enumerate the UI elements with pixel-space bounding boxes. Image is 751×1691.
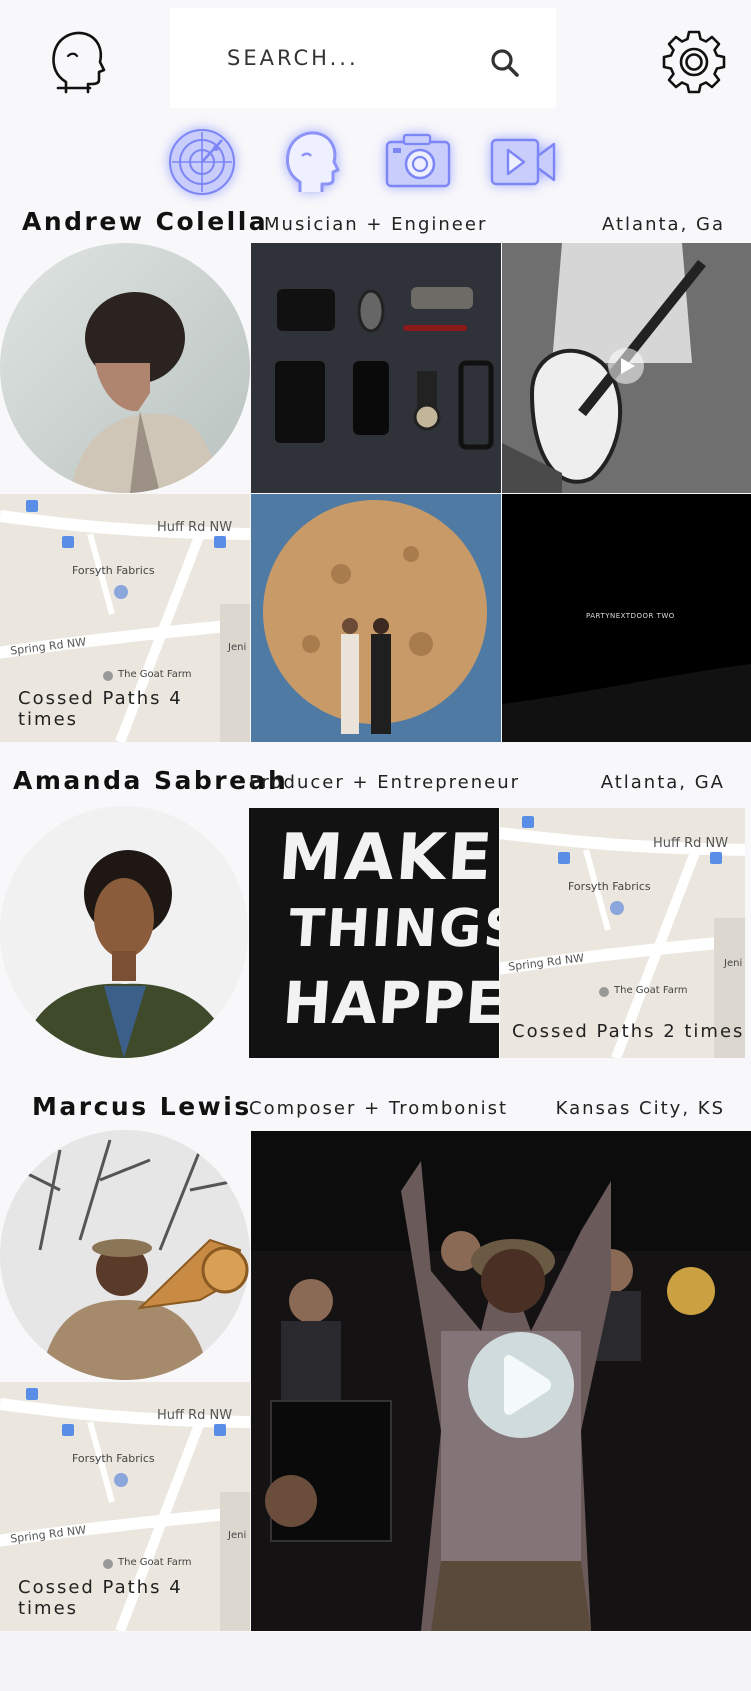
map-poi-label: The Goat Farm (614, 985, 688, 996)
filter-nearby-button[interactable] (166, 126, 238, 198)
search-bar[interactable]: SEARCH... (170, 8, 556, 108)
avatar-tile[interactable] (0, 243, 250, 493)
avatar-tile[interactable] (0, 806, 248, 1058)
map-road-label: Huff Rd NW (653, 836, 729, 851)
bottom-bar (0, 1632, 751, 1691)
search-icon[interactable] (490, 48, 520, 78)
map-tile[interactable]: Huff Rd NW Forsyth Fabrics Spring Rd NW … (0, 1382, 250, 1631)
profile-role: Composer + Trombonist (249, 1098, 509, 1119)
play-icon (504, 1355, 551, 1415)
avatar (0, 806, 248, 1058)
map-tile[interactable]: Huff Rd NW Forsyth Fabrics Spring Rd NW … (0, 494, 250, 742)
poster-tile[interactable]: MAKE THINGS HAPPEN (249, 808, 499, 1058)
filter-people-button[interactable] (276, 126, 348, 198)
profile-role: Producer + Entrepreneur (249, 772, 520, 793)
photo-tile[interactable] (251, 243, 501, 493)
camera-icon (385, 133, 451, 188)
avatar (0, 1130, 250, 1380)
poster-text-line: HAPPEN (280, 969, 499, 1037)
profile-role: Musician + Engineer (264, 214, 488, 235)
poster-text-line: MAKE (276, 821, 497, 895)
profile-name[interactable]: Marcus Lewis (32, 1092, 252, 1121)
poster-text-line: THINGS (286, 899, 499, 959)
map-poi-label: Forsyth Fabrics (72, 564, 155, 577)
video-tile[interactable] (251, 1131, 751, 1631)
map-road-label: Huff Rd NW (157, 1408, 233, 1423)
photo-tile[interactable] (251, 494, 501, 742)
map-road-label: Huff Rd NW (157, 520, 233, 535)
video-tile[interactable]: PARTYNEXTDOOR TWO (502, 494, 751, 742)
avatar-tile[interactable] (0, 1130, 250, 1380)
filter-videos-button[interactable] (488, 126, 560, 198)
avatar (0, 243, 250, 493)
profile-location: Atlanta, GA (600, 772, 725, 793)
profile-icon-button[interactable] (46, 26, 106, 96)
map-poi-label: The Goat Farm (118, 669, 192, 680)
settings-button[interactable] (660, 28, 728, 96)
head-profile-icon (286, 131, 340, 192)
map-poi-label: Forsyth Fabrics (568, 880, 651, 893)
map-tile[interactable]: Huff Rd NW Forsyth Fabrics Spring Rd NW … (500, 808, 745, 1058)
video-title: PARTYNEXTDOOR TWO (586, 612, 675, 620)
profile-name[interactable]: Andrew Colella (22, 207, 268, 236)
map-edge-label: Jeni (228, 1530, 247, 1541)
play-icon[interactable] (608, 348, 644, 384)
map-poi-label: The Goat Farm (118, 1557, 192, 1568)
video-camera-icon (490, 138, 556, 186)
profile-location: Atlanta, Ga (601, 214, 725, 235)
gear-icon (662, 30, 726, 94)
profile-name[interactable]: Amanda Sabreah (13, 766, 288, 795)
crossed-paths-label: Cossed Paths 4 times (18, 1577, 183, 1619)
crossed-paths-label: Cossed Paths 4 times (18, 688, 183, 730)
map-poi-label: Forsyth Fabrics (72, 1452, 155, 1465)
crossed-paths-label: Cossed Paths 2 times (512, 1021, 745, 1042)
head-profile-icon (52, 31, 106, 94)
play-button[interactable] (468, 1332, 574, 1438)
filter-photos-button[interactable] (382, 126, 454, 198)
video-tile[interactable] (502, 243, 751, 493)
profile-location: Kansas City, KS (555, 1098, 725, 1119)
search-placeholder[interactable]: SEARCH... (227, 46, 359, 70)
map-edge-label: Jeni (724, 958, 743, 969)
radar-icon (169, 129, 235, 195)
map-edge-label: Jeni (228, 642, 247, 653)
